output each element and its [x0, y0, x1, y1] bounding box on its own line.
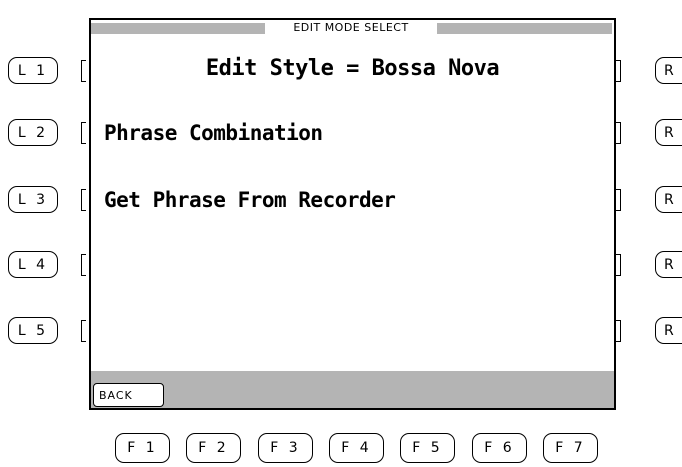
r5-button[interactable]: R 5	[655, 317, 682, 344]
l4-bracket	[81, 254, 86, 276]
r2-bracket	[616, 122, 621, 144]
l3-bracket	[81, 189, 86, 211]
title-bar-fill-right	[437, 23, 612, 34]
l1-bracket	[81, 60, 86, 82]
f7-button[interactable]: F 7	[543, 433, 598, 463]
get-phrase-from-recorder-item[interactable]: Get Phrase From Recorder	[104, 188, 396, 212]
back-button[interactable]: BACK	[93, 383, 164, 407]
l3-button[interactable]: L 3	[8, 186, 58, 213]
f6-button[interactable]: F 6	[472, 433, 527, 463]
phrase-combination-item[interactable]: Phrase Combination	[104, 121, 323, 145]
r4-button[interactable]: R 4	[655, 251, 682, 278]
l5-bracket	[81, 320, 86, 342]
title-bar-fill-left	[91, 23, 265, 34]
l2-bracket	[81, 122, 86, 144]
f1-button[interactable]: F 1	[115, 433, 170, 463]
lcd-screen: EDIT MODE SELECT Edit Style = Bossa Nova…	[89, 18, 616, 410]
bottom-bar: BACK	[91, 371, 614, 408]
r2-button[interactable]: R 2	[655, 119, 682, 146]
f4-button[interactable]: F 4	[329, 433, 384, 463]
f3-button[interactable]: F 3	[258, 433, 313, 463]
l2-button[interactable]: L 2	[8, 119, 58, 146]
r1-button[interactable]: R 1	[655, 57, 682, 84]
r1-bracket	[616, 60, 621, 82]
screen-title: EDIT MODE SELECT	[293, 21, 409, 34]
l4-button[interactable]: L 4	[8, 251, 58, 278]
l1-button[interactable]: L 1	[8, 57, 58, 84]
l5-button[interactable]: L 5	[8, 317, 58, 344]
r5-bracket	[616, 320, 621, 342]
r3-button[interactable]: R 3	[655, 186, 682, 213]
title-bar: EDIT MODE SELECT	[91, 20, 614, 36]
f5-button[interactable]: F 5	[400, 433, 455, 463]
f2-button[interactable]: F 2	[186, 433, 241, 463]
edit-style-headline[interactable]: Edit Style = Bossa Nova	[91, 56, 614, 81]
r4-bracket	[616, 254, 621, 276]
r3-bracket	[616, 189, 621, 211]
